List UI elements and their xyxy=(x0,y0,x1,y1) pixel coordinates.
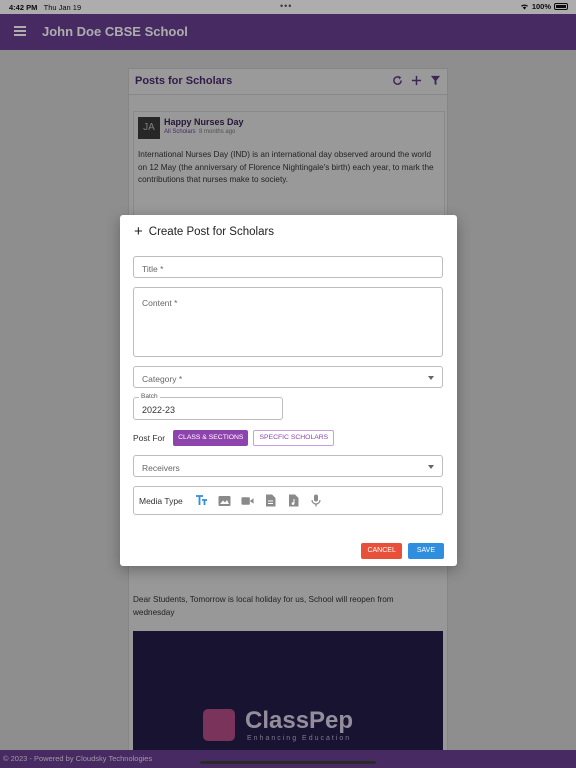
chevron-down-icon xyxy=(428,376,434,380)
batch-value: 2022-23 xyxy=(142,405,176,415)
save-button[interactable]: SAVE xyxy=(407,543,444,559)
title-input[interactable]: Title * xyxy=(133,256,443,278)
dialog-title: + Create Post for Scholars xyxy=(134,223,275,240)
specific-scholars-toggle[interactable]: SPECFIC SCHOLARS xyxy=(253,429,335,446)
content-placeholder: Content * xyxy=(142,298,178,308)
receivers-select[interactable]: Receivers xyxy=(133,455,443,477)
media-type-label: Media Type xyxy=(139,495,183,506)
content-textarea[interactable]: Content * xyxy=(133,287,443,357)
category-select[interactable]: Category * xyxy=(133,366,443,388)
chevron-down-icon xyxy=(428,465,434,469)
home-indicator xyxy=(200,761,376,764)
cancel-button[interactable]: CANCEL xyxy=(361,543,402,559)
media-type-bar: Media Type xyxy=(133,486,443,515)
post-for-label: Post For xyxy=(133,432,166,443)
document-icon[interactable] xyxy=(264,494,277,507)
video-icon[interactable] xyxy=(241,494,254,507)
plus-icon: + xyxy=(134,223,143,240)
dialog-actions: CANCEL SAVE xyxy=(361,543,444,559)
create-post-dialog: + Create Post for Scholars Title * Conte… xyxy=(120,215,457,566)
audio-file-icon[interactable] xyxy=(287,494,300,507)
dialog-title-text: Create Post for Scholars xyxy=(148,226,275,238)
receivers-placeholder: Receivers xyxy=(142,463,180,473)
post-for-group: Post For CLASS & SECTIONS SPECFIC SCHOLA… xyxy=(133,429,335,446)
batch-field[interactable]: Batch 2022-23 xyxy=(133,393,283,420)
image-icon[interactable] xyxy=(218,494,231,507)
batch-label: Batch xyxy=(139,393,160,400)
microphone-icon[interactable] xyxy=(310,494,323,507)
text-icon[interactable] xyxy=(195,494,208,507)
title-placeholder: Title * xyxy=(142,264,164,274)
category-placeholder: Category * xyxy=(142,374,183,384)
class-sections-toggle[interactable]: CLASS & SECTIONS xyxy=(173,429,249,446)
